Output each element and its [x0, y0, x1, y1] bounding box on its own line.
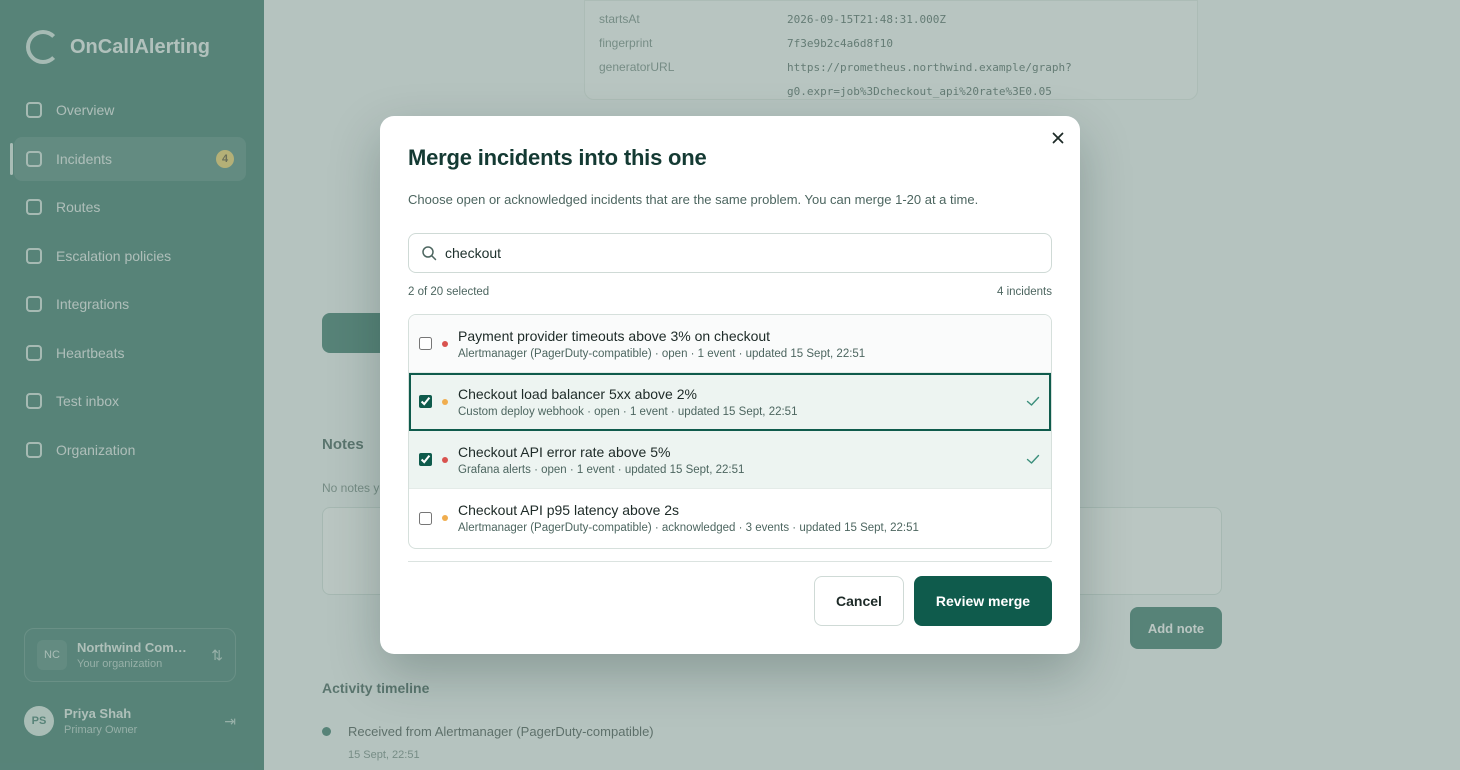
close-icon [1052, 132, 1064, 144]
search-input[interactable] [445, 245, 1035, 261]
list-item[interactable]: Checkout API error rate above 5% Grafana… [409, 431, 1051, 489]
list-item[interactable]: Checkout API p95 latency above 2s Alertm… [409, 489, 1051, 547]
cancel-button[interactable]: Cancel [814, 576, 904, 626]
severity-dot [442, 340, 448, 347]
check-icon [1026, 454, 1040, 464]
selected-count: 2 of 20 selected [408, 286, 490, 298]
incident-count: 4 incidents [997, 286, 1052, 298]
dialog-description: Choose open or acknowledged incidents th… [408, 192, 979, 207]
incident-checkbox[interactable] [419, 453, 432, 466]
incident-checkbox[interactable] [419, 511, 432, 525]
incident-meta: Alertmanager (PagerDuty-compatible) · ac… [458, 522, 919, 534]
incident-checkbox[interactable] [419, 337, 432, 350]
severity-dot [442, 515, 448, 521]
merge-incidents-dialog: Merge incidents into this one Choose ope… [380, 116, 1080, 654]
selection-summary: 2 of 20 selected 4 incidents [408, 286, 1052, 298]
incident-title: Checkout load balancer 5xx above 2% [458, 385, 697, 402]
review-merge-button[interactable]: Review merge [914, 576, 1052, 626]
severity-dot [442, 398, 448, 405]
list-item[interactable]: Payment provider timeouts above 3% on ch… [409, 315, 1051, 373]
check-icon [1026, 396, 1040, 406]
incident-title: Payment provider timeouts above 3% on ch… [458, 327, 771, 344]
search-icon [422, 246, 437, 261]
incident-meta: Grafana alerts · open · 1 event · update… [458, 463, 745, 476]
close-button[interactable] [1048, 128, 1068, 148]
incident-checkbox[interactable] [419, 395, 432, 408]
dialog-title: Merge incidents into this one [408, 145, 707, 170]
incident-title: Checkout API p95 latency above 2s [458, 502, 680, 518]
search-field[interactable] [408, 233, 1052, 273]
incident-meta: Alertmanager (PagerDuty-compatible) · op… [458, 347, 866, 360]
incident-title: Checkout API error rate above 5% [458, 443, 671, 460]
incident-list: Payment provider timeouts above 3% on ch… [408, 314, 1052, 549]
incident-meta: Custom deploy webhook · open · 1 event ·… [458, 405, 798, 418]
list-item[interactable]: Checkout load balancer 5xx above 2% Cust… [409, 373, 1051, 431]
severity-dot [442, 456, 448, 463]
footer-divider [408, 561, 1052, 562]
